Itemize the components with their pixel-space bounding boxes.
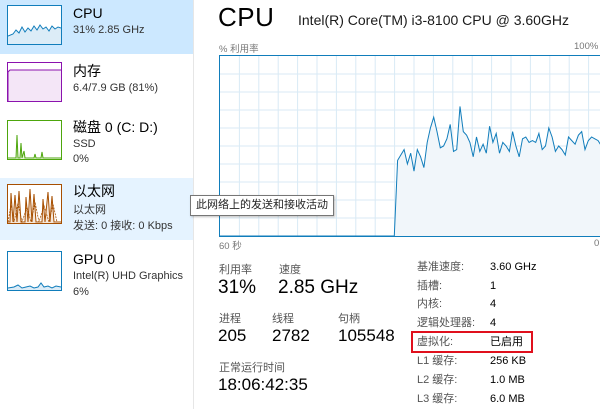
page-title: CPU <box>218 2 275 32</box>
sidebar-item-sub: 以太网 <box>73 204 106 216</box>
handles-value: 105548 <box>338 326 395 345</box>
cpu-graph-icon <box>7 5 62 45</box>
virtualization-highlight-box <box>411 331 533 353</box>
detail-value: 3.60 GHz <box>490 261 537 273</box>
uptime-value: 18:06:42:35 <box>218 375 308 394</box>
handles-label: 句柄 <box>338 313 360 325</box>
graph-x-axis-right-label: 0 <box>594 238 600 249</box>
detail-value: 6.0 MB <box>490 393 525 405</box>
sidebar-item-title: 内存 <box>73 63 101 79</box>
graph-x-axis-left-label: 60 秒 <box>219 241 242 252</box>
detail-value: 4 <box>490 298 497 310</box>
sidebar-item-sub: 31% 2.85 GHz <box>73 24 145 36</box>
sidebar-item-gpu[interactable]: GPU 0 Intel(R) UHD Graphics 6% <box>0 244 193 304</box>
sidebar-item-sub: SSD <box>73 138 96 150</box>
sidebar-item-sub: Intel(R) UHD Graphics <box>73 270 184 282</box>
detail-label: 内核: <box>417 298 443 310</box>
detail-value: 4 <box>490 317 497 329</box>
gpu-graph-icon <box>7 251 62 291</box>
sidebar-item-sub: 0% <box>73 153 89 165</box>
sidebar-item-title: GPU 0 <box>73 251 116 267</box>
detail-label: 逻辑处理器: <box>417 317 476 329</box>
sidebar-item-disk[interactable]: 磁盘 0 (C: D:) SSD 0% <box>0 116 193 176</box>
speed-value: 2.85 GHz <box>278 277 359 298</box>
ethernet-tooltip: 此网络上的发送和接收活动 <box>190 195 334 216</box>
detail-label: 插槽: <box>417 280 443 292</box>
processes-label: 进程 <box>219 313 241 325</box>
sidebar: CPU 31% 2.85 GHz 内存 6.4/7.9 GB (81%) 磁盘 … <box>0 0 194 409</box>
sidebar-item-sub: 6% <box>73 286 89 298</box>
utilization-label: 利用率 <box>219 264 252 276</box>
sidebar-item-ethernet[interactable]: 以太网 以太网 发送: 0 接收: 0 Kbps <box>0 178 193 240</box>
disk-graph-icon <box>7 120 62 160</box>
speed-label: 速度 <box>279 264 301 276</box>
uptime-label: 正常运行时间 <box>219 362 285 374</box>
detail-label: L3 缓存: <box>417 393 458 405</box>
cpu-utilization-area <box>220 106 600 236</box>
detail-value: 256 KB <box>490 355 527 367</box>
detail-value: 1 <box>490 280 497 292</box>
utilization-value: 31% <box>218 277 257 298</box>
sidebar-item-sub: 发送: 0 接收: 0 Kbps <box>73 220 173 232</box>
sidebar-item-title: 磁盘 0 (C: D:) <box>73 119 158 135</box>
detail-label: 基准速度: <box>417 261 465 273</box>
ethernet-graph-icon <box>7 184 62 224</box>
detail-value: 1.0 MB <box>490 374 525 386</box>
detail-label: L2 缓存: <box>417 374 458 386</box>
processes-value: 205 <box>218 326 247 345</box>
sidebar-item-sub: 6.4/7.9 GB (81%) <box>73 82 158 94</box>
memory-graph-icon <box>7 62 62 102</box>
graph-y-axis-label: % 利用率 <box>219 44 259 55</box>
detail-label: L1 缓存: <box>417 355 458 367</box>
graph-y-max-label: 100% <box>574 41 599 52</box>
sidebar-item-title: CPU <box>73 5 103 21</box>
threads-value: 2782 <box>272 326 310 345</box>
sidebar-item-memory[interactable]: 内存 6.4/7.9 GB (81%) <box>0 58 193 118</box>
threads-label: 线程 <box>272 313 294 325</box>
sidebar-item-title: 以太网 <box>73 183 115 199</box>
cpu-model-name: Intel(R) Core(TM) i3-8100 CPU @ 3.60GHz <box>298 12 569 28</box>
sidebar-item-cpu[interactable]: CPU 31% 2.85 GHz <box>0 0 193 54</box>
